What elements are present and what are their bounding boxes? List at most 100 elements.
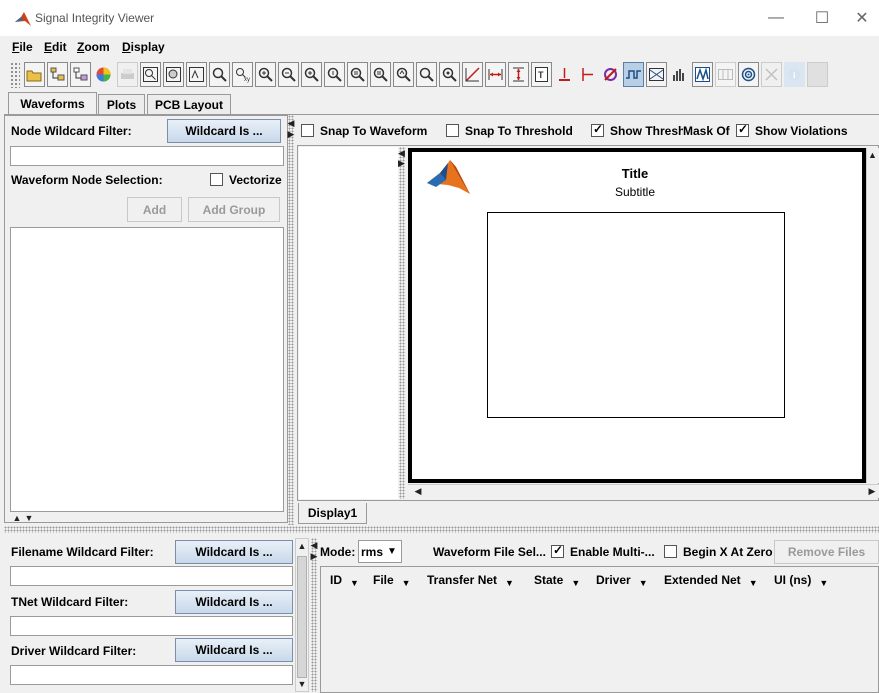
expand-right-icon[interactable]: ▶ — [287, 129, 295, 139]
column-id[interactable]: ID ▼ — [330, 570, 359, 590]
menu-display[interactable]: Display — [122, 40, 165, 54]
vectorize-checkbox[interactable]: Vectorize — [210, 173, 282, 187]
horizontal-measure-icon[interactable] — [485, 62, 506, 87]
add-group-button[interactable]: Add Group — [188, 197, 280, 222]
zoom-previous-icon[interactable] — [393, 62, 414, 87]
histogram-icon[interactable] — [669, 62, 690, 87]
filters-scroll-down-icon[interactable]: ▼ — [295, 678, 309, 690]
info-icon[interactable]: i — [784, 62, 805, 87]
print-icon[interactable] — [117, 62, 138, 87]
tnet-filter-input[interactable] — [10, 616, 293, 636]
zoom-window-icon[interactable] — [140, 62, 161, 87]
collapse-up-icon[interactable]: ▲ — [12, 513, 22, 523]
column-ui-ns[interactable]: UI (ns) ▼ — [774, 570, 828, 590]
text-annotation-icon[interactable]: T — [531, 62, 552, 87]
scroll-right-icon[interactable]: ▶ — [866, 485, 878, 497]
menu-file[interactable]: File — [12, 40, 33, 54]
snap-threshold-checkbox[interactable]: Snap To Threshold — [446, 124, 573, 138]
mode-select[interactable]: rms ▼ — [358, 540, 402, 563]
filename-filter-input[interactable] — [10, 566, 293, 586]
driver-wildcard-button[interactable]: Wildcard Is ... — [175, 638, 293, 662]
target-icon[interactable] — [738, 62, 759, 87]
menu-zoom[interactable]: Zoom — [77, 40, 110, 54]
eye-diagram-icon[interactable] — [646, 62, 667, 87]
show-threshold-checkbox[interactable]: Show Thresh — [591, 124, 683, 138]
add-button[interactable]: Add — [127, 197, 182, 222]
display-collapse-icon[interactable]: ◀ — [398, 148, 405, 158]
driver-filter-input[interactable] — [10, 665, 293, 685]
column-state[interactable]: State ▼ — [534, 570, 580, 590]
no-signal-icon[interactable] — [600, 62, 621, 87]
snap-waveform-checkbox[interactable]: Snap To Waveform — [301, 124, 427, 138]
more-tools-icon[interactable] — [807, 62, 828, 87]
display-splitter[interactable] — [399, 147, 405, 499]
show-threshold-box[interactable] — [591, 124, 604, 137]
snap-waveform-box[interactable] — [301, 124, 314, 137]
filters-scroll-thumb[interactable] — [297, 556, 307, 678]
bottom-expand-icon[interactable]: ▶ — [310, 551, 318, 561]
column-transfer-net[interactable]: Transfer Net ▼ — [427, 570, 514, 590]
vertical-measure-icon[interactable] — [508, 62, 529, 87]
clear-icon[interactable] — [761, 62, 782, 87]
zoom-reset-icon[interactable] — [416, 62, 437, 87]
node-filter-input[interactable] — [10, 146, 284, 166]
node-list[interactable] — [10, 227, 284, 512]
magnifier-icon[interactable] — [209, 62, 230, 87]
remove-files-button[interactable]: Remove Files — [774, 540, 879, 564]
zoom-out-x-icon[interactable] — [347, 62, 368, 87]
filters-scroll-up-icon[interactable]: ▲ — [295, 540, 309, 552]
vectorize-checkbox-box[interactable] — [210, 173, 223, 186]
scroll-left-icon[interactable]: ◀ — [412, 485, 424, 497]
tab-plots[interactable]: Plots — [98, 94, 145, 114]
pulse-waveform-icon[interactable] — [623, 62, 644, 87]
column-driver[interactable]: Driver ▼ — [596, 570, 648, 590]
color-wheel-icon[interactable] — [93, 62, 114, 87]
zoom-out-icon[interactable] — [278, 62, 299, 87]
begin-x-zero-checkbox[interactable]: Begin X At Zero — [664, 545, 773, 559]
plot-vertical-scrollbar[interactable] — [866, 148, 879, 483]
zoom-extent-icon[interactable] — [439, 62, 460, 87]
display-side-list[interactable] — [299, 147, 398, 499]
close-button[interactable]: ✕ — [845, 4, 879, 32]
waveform-measure-icon[interactable] — [692, 62, 713, 87]
show-violations-box[interactable] — [736, 122, 750, 137]
node-tree-alt-icon[interactable] — [70, 62, 91, 87]
node-tree-icon[interactable] — [47, 62, 68, 87]
begin-x-zero-box[interactable] — [664, 545, 677, 558]
plot-horizontal-scrollbar[interactable] — [408, 484, 879, 498]
collapse-left-icon[interactable]: ◀ — [287, 118, 295, 128]
zoom-out-y-icon[interactable] — [370, 62, 391, 87]
zoom-fit-icon[interactable] — [186, 62, 207, 87]
zoom-xy-icon[interactable]: xy — [232, 62, 253, 87]
threshold-marker-icon[interactable] — [554, 62, 575, 87]
horizontal-splitter[interactable] — [4, 526, 879, 533]
column-file[interactable]: File ▼ — [373, 570, 411, 590]
zoom-in-icon[interactable] — [255, 62, 276, 87]
mask-of-checkbox[interactable]: Mask Of Show Violations — [683, 122, 848, 138]
vertical-splitter[interactable] — [288, 115, 294, 525]
cursor-marker-icon[interactable] — [577, 62, 598, 87]
zoom-in-x-icon[interactable] — [301, 62, 322, 87]
tab-waveforms[interactable]: Waveforms — [8, 92, 97, 115]
tab-display1[interactable]: Display1 — [298, 503, 367, 524]
menu-edit[interactable]: Edit — [44, 40, 67, 54]
open-folder-icon[interactable] — [24, 62, 45, 87]
maximize-button[interactable]: ☐ — [799, 4, 845, 32]
expand-down-icon[interactable]: ▼ — [24, 513, 34, 523]
tnet-wildcard-button[interactable]: Wildcard Is ... — [175, 590, 293, 614]
enable-multi-box[interactable] — [551, 543, 564, 558]
snap-threshold-box[interactable] — [446, 124, 459, 137]
slope-measure-icon[interactable] — [462, 62, 483, 87]
minimize-button[interactable]: — — [753, 4, 799, 32]
grid-layout-icon[interactable] — [715, 62, 736, 87]
display-expand-icon[interactable]: ▶ — [398, 158, 405, 168]
node-wildcard-button[interactable]: Wildcard Is ... — [167, 119, 281, 143]
toolbar-grip[interactable] — [10, 62, 20, 88]
scroll-up-icon[interactable]: ▲ — [866, 149, 879, 161]
enable-multi-checkbox[interactable]: Enable Multi-... — [551, 543, 655, 559]
column-extended-net[interactable]: Extended Net ▼ — [664, 570, 758, 590]
zoom-in-y-icon[interactable] — [324, 62, 345, 87]
plot-axes[interactable] — [487, 212, 785, 418]
bottom-collapse-icon[interactable]: ◀ — [310, 540, 318, 550]
zoom-region-icon[interactable] — [163, 62, 184, 87]
